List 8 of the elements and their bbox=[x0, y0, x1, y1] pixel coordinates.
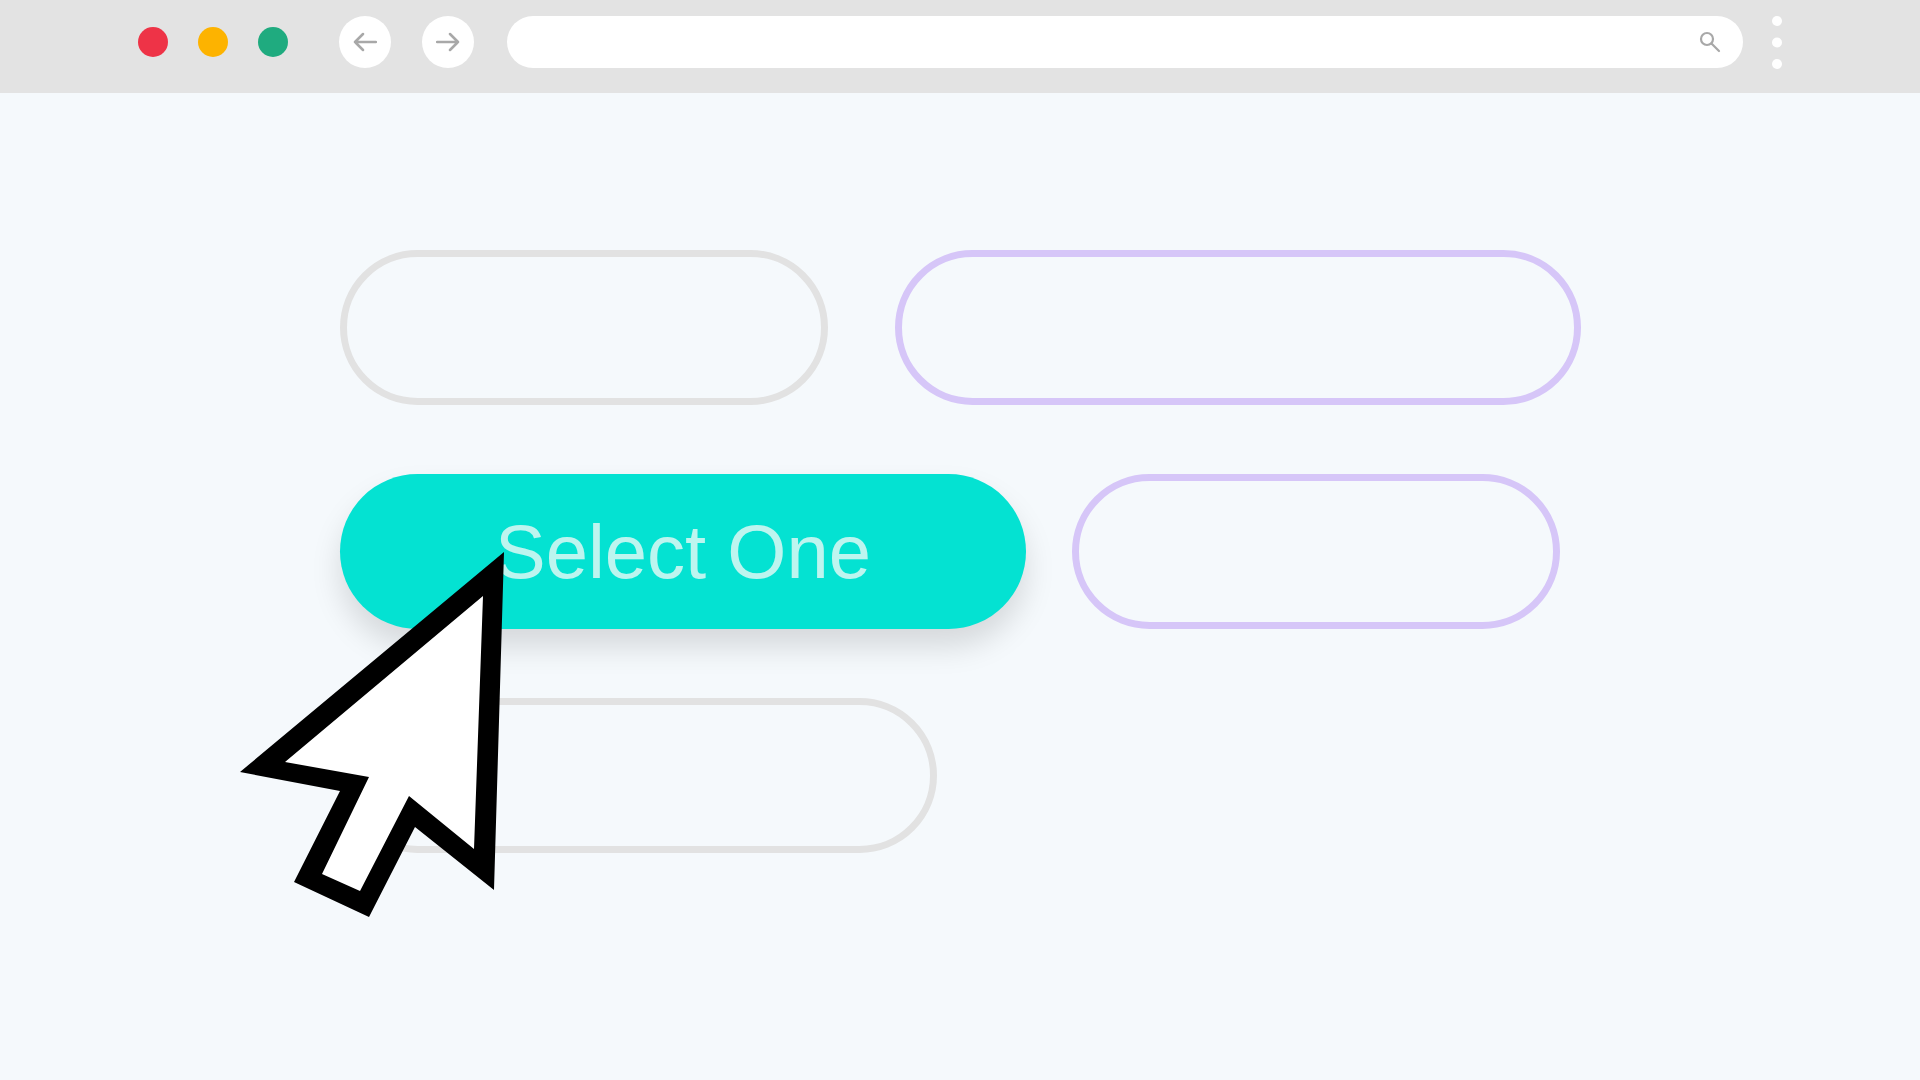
search-icon bbox=[1699, 31, 1721, 53]
back-arrow-icon bbox=[353, 32, 377, 52]
forward-arrow-icon bbox=[436, 32, 460, 52]
back-button[interactable] bbox=[339, 16, 391, 68]
address-bar[interactable] bbox=[507, 16, 1743, 68]
option-pill[interactable]: Select One bbox=[340, 474, 1026, 629]
forward-button[interactable] bbox=[422, 16, 474, 68]
kebab-menu-icon[interactable] bbox=[1772, 15, 1782, 69]
